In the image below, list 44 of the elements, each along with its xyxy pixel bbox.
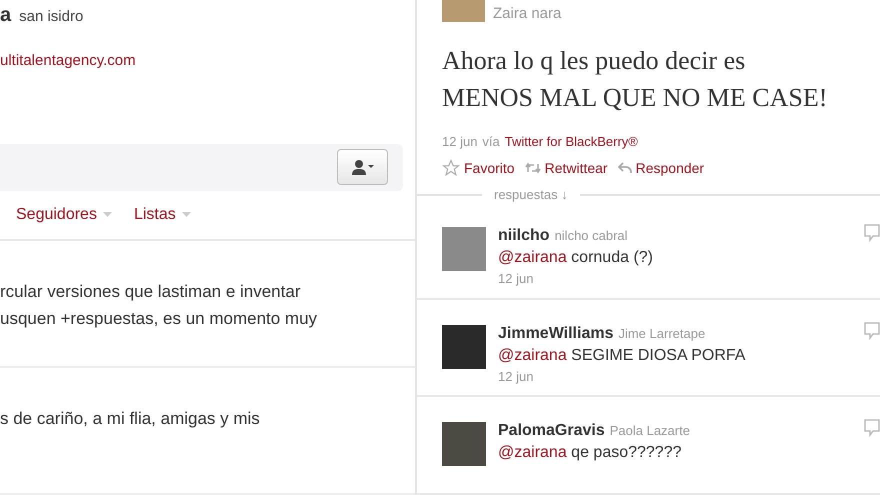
profile-name: a (0, 4, 12, 27)
caret-icon (182, 212, 191, 218)
source-link[interactable]: Twitter for BlackBerry® (504, 134, 638, 149)
reply-date: 12 jun (498, 368, 534, 384)
reply-username: JimmeWilliams (498, 324, 614, 343)
tweet-date: 12 jun (442, 134, 478, 149)
profile-tab[interactable]: Seguidores (16, 206, 112, 224)
reply-arrow-icon (618, 162, 632, 174)
avatar-photo-placeholder (442, 324, 486, 369)
tweet-action-link[interactable]: Favorito (442, 159, 515, 177)
tweet-text: s de cariño, a mi flia, amigas y mis (0, 408, 261, 430)
person-icon (350, 159, 374, 176)
tweet-text: rcular versiones que lastiman e inventar usquen +respuestas, es un momento muy (0, 281, 318, 330)
speech-bubble-icon[interactable] (864, 419, 880, 438)
tweet-text: Ahora lo q les puedo decir es MENOS MAL QUE NO ME CASE! (442, 45, 828, 114)
profile-location: san isidro (19, 8, 84, 25)
reply-name: Jime Larretape (618, 326, 706, 341)
reply-text: @zairana cornuda (?) (498, 249, 653, 267)
reply-username: niilcho (498, 227, 550, 245)
speech-bubble-icon[interactable] (864, 224, 880, 242)
reply-text: @zairana SEGIME DIOSA PORFA (498, 346, 746, 365)
caret-icon (102, 212, 112, 218)
mention-link[interactable]: @zairana (498, 346, 567, 364)
website-link[interactable]: ultitalentagency.com (0, 52, 136, 70)
user-menu-button[interactable] (337, 149, 388, 186)
via-label: vía (482, 134, 500, 149)
replies-label: respuestas ↓ (493, 187, 569, 202)
reply-name: Paola Lazarte (610, 423, 690, 438)
avatar-photo-placeholder (442, 227, 486, 271)
star-icon (442, 159, 460, 177)
avatar-photo-placeholder (442, 422, 486, 466)
display-name: Zaira nara (493, 5, 562, 22)
mention-link[interactable]: @zairana (498, 249, 567, 266)
profile-tab[interactable]: Listas (134, 206, 191, 224)
reply-username: PalomaGravis (498, 422, 605, 440)
tweet-action-link[interactable]: Responder (618, 159, 704, 177)
tweet-action-link[interactable]: Retwittear (524, 159, 608, 177)
reply-text: @zairana qe paso?????? (498, 444, 682, 462)
avatar-photo-placeholder (442, 0, 485, 22)
reply-name: nilcho cabral (554, 228, 628, 243)
mention-link[interactable]: @zairana (498, 444, 567, 462)
retweet-icon (524, 162, 541, 174)
reply-date: 12 jun (498, 271, 534, 286)
speech-bubble-icon[interactable] (864, 322, 880, 340)
